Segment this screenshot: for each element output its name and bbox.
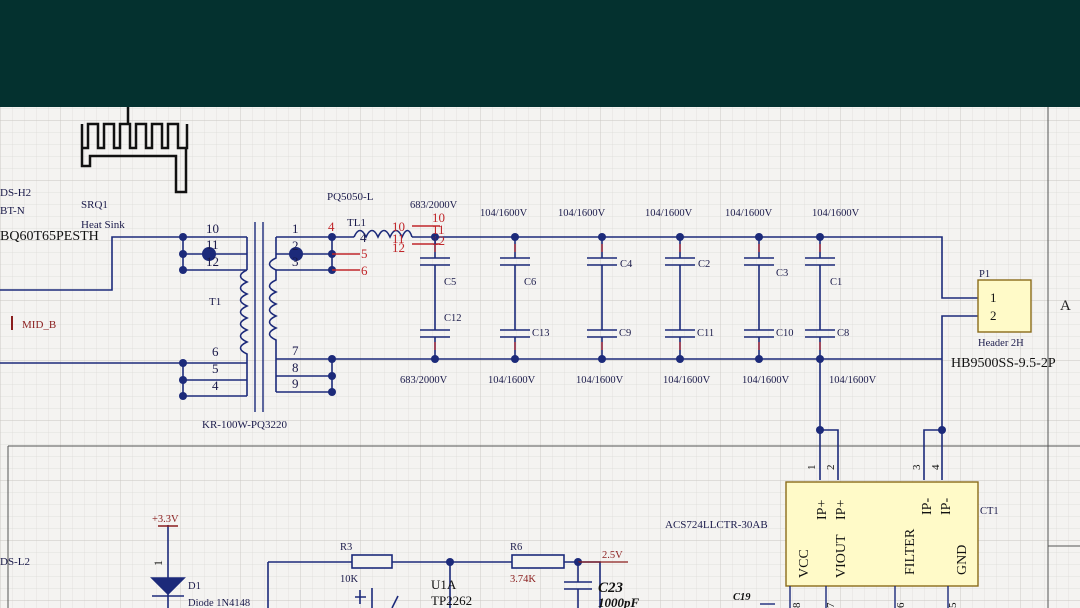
ct1-pin-name: GND	[955, 545, 970, 575]
ct1-pin: 3	[911, 464, 923, 470]
cap-ref: C11	[697, 328, 714, 339]
cap-ref: C5	[444, 277, 456, 288]
cap-ref: C3	[776, 268, 788, 279]
header-pin: 1	[990, 290, 997, 305]
ct1-pin: 5	[947, 602, 959, 608]
ct1-pin: 8	[791, 602, 803, 608]
r3-value: 10K	[340, 574, 359, 585]
inductor-ref: TL1	[347, 217, 366, 229]
r3-body	[351, 554, 393, 569]
ct1-pin: 7	[825, 602, 837, 608]
tl1-pin: 12	[392, 240, 405, 255]
ct1-pin-name: VCC	[797, 549, 812, 578]
r6-body	[511, 554, 565, 569]
cap-value: 104/1600V	[480, 208, 528, 219]
cap-ref: C12	[444, 313, 462, 324]
ct1-pin-name: IP+	[834, 500, 849, 520]
header-part: HB9500SS-9.5-2P	[951, 356, 1056, 371]
header-pin: 2	[990, 308, 997, 323]
u1-part: TP2262	[431, 593, 472, 608]
header-ref: P1	[979, 269, 990, 280]
cap-value: 104/1600V	[488, 375, 536, 386]
supply-label: +3.3V	[152, 514, 179, 525]
cap-ref: C4	[620, 259, 633, 270]
tl1-pin-overlap: 4	[360, 230, 367, 245]
cap-value: 104/1600V	[829, 375, 877, 386]
u1-ref: U1A	[431, 577, 457, 592]
t1-pin: 1	[292, 221, 299, 236]
mid-net-label: MID_B	[22, 319, 56, 331]
r3-ref: R3	[340, 542, 352, 553]
net-2v5-label: 2.5V	[602, 550, 623, 561]
cap-value: 104/1600V	[742, 375, 790, 386]
tl1-pin: 12	[432, 233, 445, 248]
cap-ref: C6	[524, 277, 536, 288]
ct1-pin-name: IP+	[815, 500, 830, 520]
header-name: Header 2H	[978, 338, 1024, 349]
sensor-part: ACS724LLCTR-30AB	[665, 519, 768, 531]
d1-part: Diode 1N4148	[188, 598, 250, 608]
cap-ref: C13	[532, 328, 550, 339]
cap-value: 104/1600V	[645, 208, 693, 219]
transformer-part: KR-100W-PQ3220	[202, 419, 287, 431]
q-type-label: BT-N	[0, 205, 25, 217]
t1-pin: 11	[206, 237, 219, 252]
sensor-ref: CT1	[980, 506, 999, 517]
cap-value: 683/2000V	[410, 200, 458, 211]
q-part-label: BQ60T65PESTH	[0, 229, 99, 244]
t1-pin: 2	[292, 238, 299, 253]
cap-value: 104/1600V	[558, 208, 606, 219]
transformer-ref: T1	[209, 296, 221, 308]
cap-ref: C2	[698, 259, 710, 270]
cap-value: 104/1600V	[663, 375, 711, 386]
ct1-pin-name: FILTER	[903, 528, 918, 575]
top-banner	[0, 0, 1080, 107]
ct1-pin: 2	[825, 465, 837, 471]
t1-pin: 7	[292, 343, 299, 358]
d1-pin: 1	[151, 560, 165, 566]
inductor-part: PQ5050-L	[327, 191, 374, 203]
t1-pin: 3	[292, 254, 299, 269]
t1-pin: 6	[212, 344, 219, 359]
cap-ref: C9	[619, 328, 631, 339]
t1-pin: 5	[212, 361, 219, 376]
t1-pin: 12	[206, 254, 219, 269]
cap-ref: C10	[776, 328, 794, 339]
c19-ref: C19	[733, 592, 751, 603]
c23-ref: C23	[598, 580, 624, 596]
ct1-pin-name: IP-	[920, 498, 935, 515]
r6-ref: R6	[510, 542, 522, 553]
r6-value: 3.74K	[510, 574, 536, 585]
schematic-canvas: A SRQ1 Heat Sink DS-H2 BT-N BQ60T65PESTH…	[0, 107, 1080, 608]
cap-ref: C8	[837, 328, 849, 339]
cap-value: 104/1600V	[576, 375, 624, 386]
heatsink-ref: SRQ1	[81, 199, 108, 211]
t1-pin: 9	[292, 376, 299, 391]
c23-value: 1000pF	[598, 595, 640, 608]
cap-value: 104/1600V	[725, 208, 773, 219]
bottom-left-ref: DS-L2	[0, 556, 30, 568]
ct1-pin-name: VIOUT	[834, 534, 849, 578]
cap-ref: C1	[830, 277, 842, 288]
t1-pin: 10	[206, 221, 219, 236]
tl1-pin: 4	[328, 219, 335, 234]
tl1-pin: 5	[361, 246, 368, 261]
ct1-pin-name: IP-	[939, 498, 954, 515]
t1-pin: 4	[212, 378, 219, 393]
cap-value: 104/1600V	[812, 208, 860, 219]
header-p1-body	[977, 279, 1032, 333]
sheet-zone-label: A	[1060, 298, 1071, 314]
tl1-pin: 6	[361, 263, 368, 278]
ct1-pin: 4	[930, 464, 942, 470]
t1-pin: 8	[292, 360, 299, 375]
ct1-pin: 6	[895, 602, 907, 608]
d1-ref: D1	[188, 581, 201, 592]
sensor-body	[785, 481, 979, 587]
q-ref-label: DS-H2	[0, 187, 31, 199]
cap-value: 683/2000V	[400, 375, 448, 386]
ct1-pin: 1	[806, 465, 818, 471]
